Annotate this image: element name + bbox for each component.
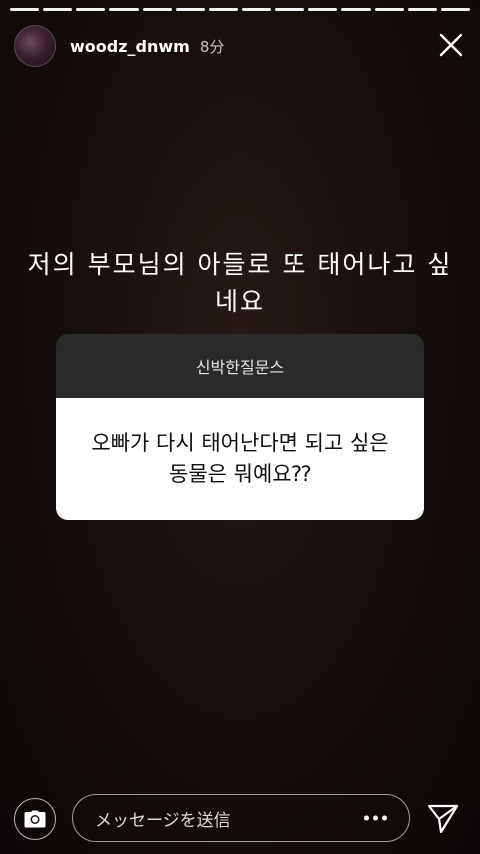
progress-segment bbox=[275, 8, 305, 11]
story-viewer[interactable]: woodz_dnwm 8分 저의 부모님의 아들로 또 태어나고 싶네요 신박한… bbox=[0, 0, 480, 854]
progress-segment bbox=[407, 8, 437, 11]
question-sticker-text: 오빠가 다시 태어난다면 되고 싶은 동물은 뭐예요⁇ bbox=[56, 398, 424, 520]
progress-segment bbox=[308, 8, 338, 11]
progress-segment bbox=[440, 8, 470, 11]
question-sticker: 신박한질문스 오빠가 다시 태어난다면 되고 싶은 동물은 뭐예요⁇ bbox=[56, 334, 424, 520]
progress-segment bbox=[208, 8, 238, 11]
progress-segment bbox=[142, 8, 172, 11]
progress-segment bbox=[109, 8, 139, 11]
story-footer: メッセージを送信 bbox=[0, 792, 480, 846]
post-time: 8分 bbox=[199, 37, 225, 56]
message-placeholder: メッセージを送信 bbox=[95, 810, 231, 831]
close-button[interactable] bbox=[436, 30, 466, 60]
progress-segment bbox=[241, 8, 272, 11]
story-header: woodz_dnwm 8分 bbox=[14, 24, 466, 68]
username[interactable]: woodz_dnwm bbox=[70, 37, 190, 56]
story-progress-bar bbox=[10, 8, 470, 11]
avatar[interactable] bbox=[14, 25, 56, 67]
progress-segment bbox=[175, 8, 205, 11]
close-icon bbox=[439, 33, 463, 57]
message-input[interactable]: メッセージを送信 bbox=[72, 794, 410, 842]
progress-segment bbox=[10, 8, 40, 11]
progress-segment bbox=[43, 8, 73, 11]
camera-icon bbox=[24, 810, 46, 828]
question-sticker-header: 신박한질문스 bbox=[56, 334, 424, 398]
more-icon[interactable] bbox=[364, 815, 387, 821]
story-caption: 저의 부모님의 아들로 또 태어나고 싶네요 bbox=[27, 250, 453, 316]
send-icon bbox=[427, 804, 459, 834]
progress-segment bbox=[374, 8, 404, 11]
progress-segment bbox=[341, 8, 371, 11]
progress-segment bbox=[76, 8, 106, 11]
camera-button[interactable] bbox=[14, 798, 56, 840]
send-button[interactable] bbox=[426, 802, 460, 836]
